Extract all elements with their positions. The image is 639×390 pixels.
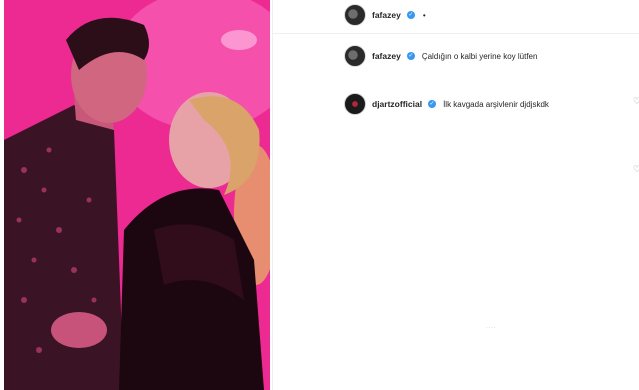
loading-indicator: ....	[486, 324, 497, 330]
couple-photo-illustration	[4, 0, 270, 390]
list-item: djartzofficial ✓ İlk kavgada arşivlenir …	[344, 92, 549, 116]
post-header: fafazey ✓ •	[344, 2, 426, 28]
heart-icon[interactable]: ♡	[633, 96, 639, 106]
comment-text: Çaldığın o kalbi yerine koy lütfen	[421, 51, 538, 61]
caption-comment: fafazey ✓ Çaldığın o kalbi yerine koy lü…	[344, 44, 537, 68]
commenter-avatar[interactable]	[344, 45, 366, 67]
commenter-username[interactable]: djartzofficial	[372, 99, 422, 109]
commenter-avatar[interactable]	[344, 93, 366, 115]
header-separator: •	[422, 10, 426, 20]
heart-icon[interactable]: ♡	[633, 164, 639, 174]
comment-text: İlk kavgada arşivlenir djdjskdk	[443, 99, 549, 109]
commenter-username[interactable]: fafazey	[372, 51, 401, 61]
panel-divider	[272, 0, 273, 390]
author-username[interactable]: fafazey	[372, 10, 401, 20]
header-divider	[273, 33, 639, 34]
post-photo[interactable]	[4, 0, 270, 390]
author-avatar[interactable]	[344, 4, 366, 26]
verified-badge-icon: ✓	[406, 52, 415, 60]
verified-badge-icon: ✓	[428, 100, 437, 108]
instagram-post-view: fafazey ✓ • fafazey ✓ Çaldığın o kalbi y…	[0, 0, 639, 390]
verified-badge-icon: ✓	[406, 11, 415, 19]
